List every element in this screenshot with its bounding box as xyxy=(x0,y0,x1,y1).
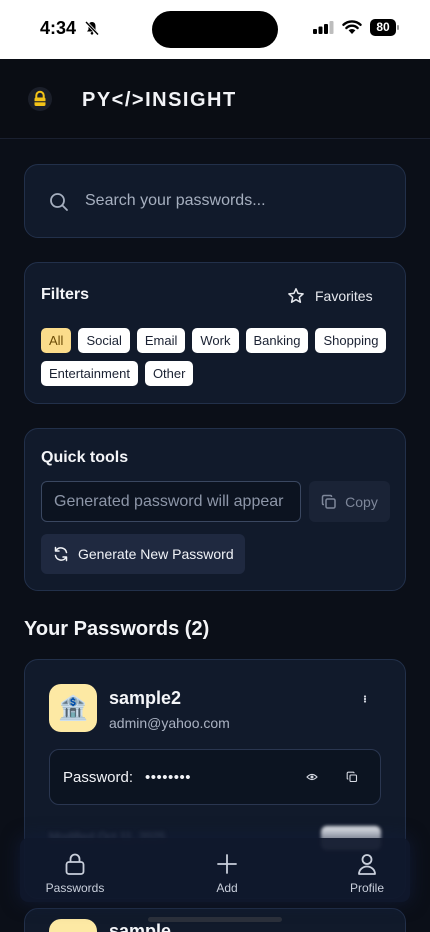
chip-other[interactable]: Other xyxy=(144,361,194,386)
chip-banking[interactable]: Banking xyxy=(245,328,309,353)
lock-logo-icon xyxy=(28,87,52,111)
status-bar: 4:34 80 xyxy=(0,0,430,59)
refresh-icon xyxy=(54,546,68,562)
generated-password-field[interactable] xyxy=(41,481,301,522)
chip-social[interactable]: Social xyxy=(78,328,130,353)
filters-card: Filters Favorites All Social Email Work … xyxy=(24,262,406,404)
bell-muted-icon xyxy=(84,20,100,36)
app-header: PY</>INSIGHT xyxy=(0,59,430,139)
battery-indicator: 80 xyxy=(370,19,400,36)
copy-label: Copy xyxy=(345,493,378,510)
status-time: 4:34 xyxy=(40,18,77,38)
nav-passwords-label: Passwords xyxy=(45,881,105,895)
search-card xyxy=(24,164,406,238)
nav-add[interactable]: Add xyxy=(172,838,282,902)
generate-password-button[interactable]: Generate New Password xyxy=(41,534,245,574)
chip-shopping[interactable]: Shopping xyxy=(315,328,387,353)
bank-icon xyxy=(49,919,97,932)
app-title: PY</>INSIGHT xyxy=(82,89,237,111)
home-indicator xyxy=(148,917,282,922)
passwords-section-title: Your Passwords (2) xyxy=(24,618,210,640)
chip-all[interactable]: All xyxy=(41,328,72,353)
copy-button[interactable]: Copy xyxy=(309,481,390,522)
search-icon xyxy=(50,193,68,211)
favorites-label: Favorites xyxy=(315,288,373,304)
eye-icon[interactable] xyxy=(306,772,318,782)
chip-work[interactable]: Work xyxy=(192,328,239,353)
password-field: Password: •••••••• xyxy=(49,749,381,805)
signal-icon xyxy=(313,21,334,34)
chip-email[interactable]: Email xyxy=(136,328,186,353)
chip-entertainment[interactable]: Entertainment xyxy=(41,361,138,386)
filter-chips: All Social Email Work Banking Shopping E… xyxy=(41,328,391,386)
password-name: sample2 xyxy=(109,688,182,708)
generate-label: Generate New Password xyxy=(78,546,234,562)
bottom-nav: Passwords Add Profile xyxy=(20,838,410,902)
more-options-icon[interactable] xyxy=(357,690,373,710)
password-masked: •••••••• xyxy=(145,769,192,786)
filters-title: Filters xyxy=(41,286,90,303)
lock-icon xyxy=(65,853,85,875)
copy-password-icon[interactable] xyxy=(346,771,358,783)
dynamic-island xyxy=(152,11,278,48)
bank-icon: 🏦 xyxy=(49,684,97,732)
password-email: admin@yahoo.com xyxy=(109,715,230,731)
quick-tools-title: Quick tools xyxy=(41,449,129,466)
battery-level: 80 xyxy=(370,19,396,36)
user-icon xyxy=(358,854,376,875)
nav-passwords[interactable]: Passwords xyxy=(20,838,130,902)
nav-profile-label: Profile xyxy=(349,881,384,895)
nav-profile[interactable]: Profile xyxy=(312,838,422,902)
plus-icon xyxy=(217,854,237,874)
copy-icon xyxy=(321,494,336,509)
search-input[interactable] xyxy=(85,183,385,219)
nav-add-label: Add xyxy=(216,881,238,895)
password-name: sample xyxy=(109,921,172,932)
quick-tools-card: Quick tools Copy Generate New Password xyxy=(24,428,406,591)
wifi-icon xyxy=(342,20,362,34)
password-label: Password: xyxy=(63,769,134,786)
star-icon xyxy=(288,288,304,303)
favorites-button[interactable]: Favorites xyxy=(287,285,373,307)
